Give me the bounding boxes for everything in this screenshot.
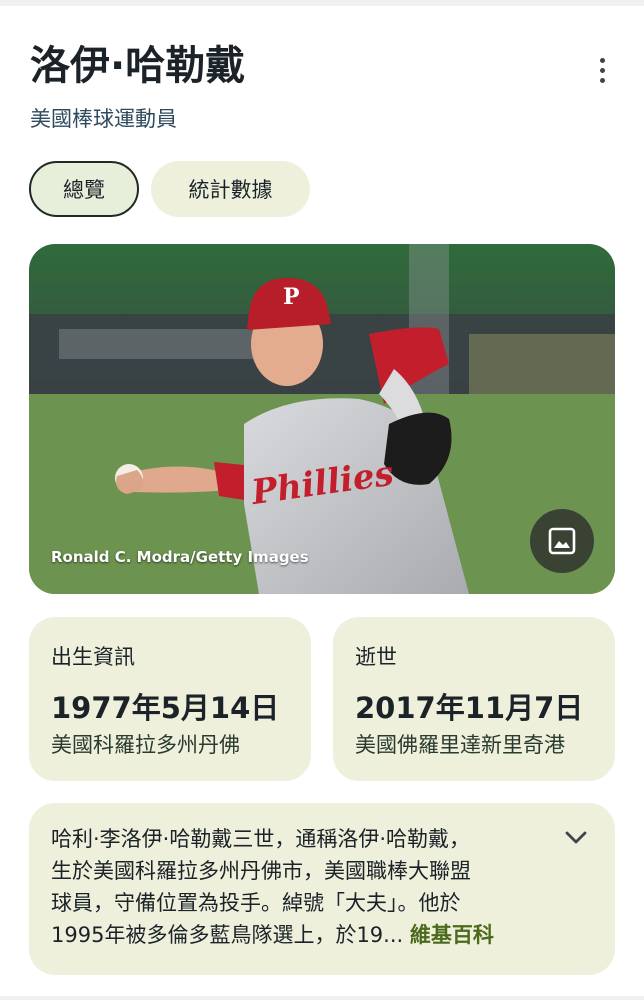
photo-credit: Ronald C. Modra/Getty Images — [51, 548, 309, 566]
birth-date: 1977年5月14日 — [51, 691, 280, 725]
more-vert-icon-dot — [599, 67, 605, 73]
death-label: 逝世 — [355, 645, 397, 669]
summary-line: 球員，守備位置為投手。綽號「大夫」。他於 — [51, 891, 461, 915]
page-subtitle: 美國棒球運動員 — [30, 107, 177, 131]
more-options-button[interactable] — [584, 50, 620, 90]
wikipedia-link[interactable]: 維基百科 — [410, 923, 494, 947]
expand-summary-button[interactable] — [559, 821, 593, 855]
knowledge-panel: 洛伊·哈勒戴 美國棒球運動員 總覽 統計數據 P Phillies Ronald… — [0, 6, 644, 996]
chevron-down-icon — [565, 831, 587, 844]
more-vert-icon-dot — [599, 77, 605, 83]
player-photo-image: P Phillies — [29, 244, 615, 594]
more-vert-icon — [599, 57, 605, 63]
image-icon — [548, 527, 576, 555]
death-place: 美國佛羅里達新里奇港 — [355, 733, 565, 757]
view-images-button[interactable] — [530, 509, 594, 573]
birth-place: 美國科羅拉多州丹佛 — [51, 733, 240, 757]
cap-letter: P — [283, 284, 300, 310]
summary-card[interactable]: 哈利·李洛伊·哈勒戴三世，通稱洛伊·哈勒戴， 生於美國科羅拉多州丹佛市，美國職棒… — [29, 803, 615, 975]
player-photo[interactable]: P Phillies Ronald C. Modra/Getty Images — [29, 244, 615, 594]
tab-statistics[interactable]: 統計數據 — [151, 161, 310, 217]
death-info-card[interactable]: 逝世 2017年11月7日 美國佛羅里達新里奇港 — [333, 617, 615, 781]
tab-overview[interactable]: 總覽 — [29, 161, 139, 217]
summary-text: 哈利·李洛伊·哈勒戴三世，通稱洛伊·哈勒戴， 生於美國科羅拉多州丹佛市，美國職棒… — [51, 823, 561, 951]
death-date: 2017年11月7日 — [355, 691, 584, 725]
birth-info-card[interactable]: 出生資訊 1977年5月14日 美國科羅拉多州丹佛 — [29, 617, 311, 781]
summary-line-last: 1995年被多倫多藍鳥隊選上，於19... 維基百科 — [51, 919, 561, 951]
birth-label: 出生資訊 — [51, 645, 135, 669]
summary-line: 生於美國科羅拉多州丹佛市，美國職棒大聯盟 — [51, 859, 471, 883]
page-title: 洛伊·哈勒戴 — [30, 43, 246, 89]
summary-line-text: 1995年被多倫多藍鳥隊選上，於19... — [51, 923, 404, 947]
summary-line: 哈利·李洛伊·哈勒戴三世，通稱洛伊·哈勒戴， — [51, 827, 471, 851]
